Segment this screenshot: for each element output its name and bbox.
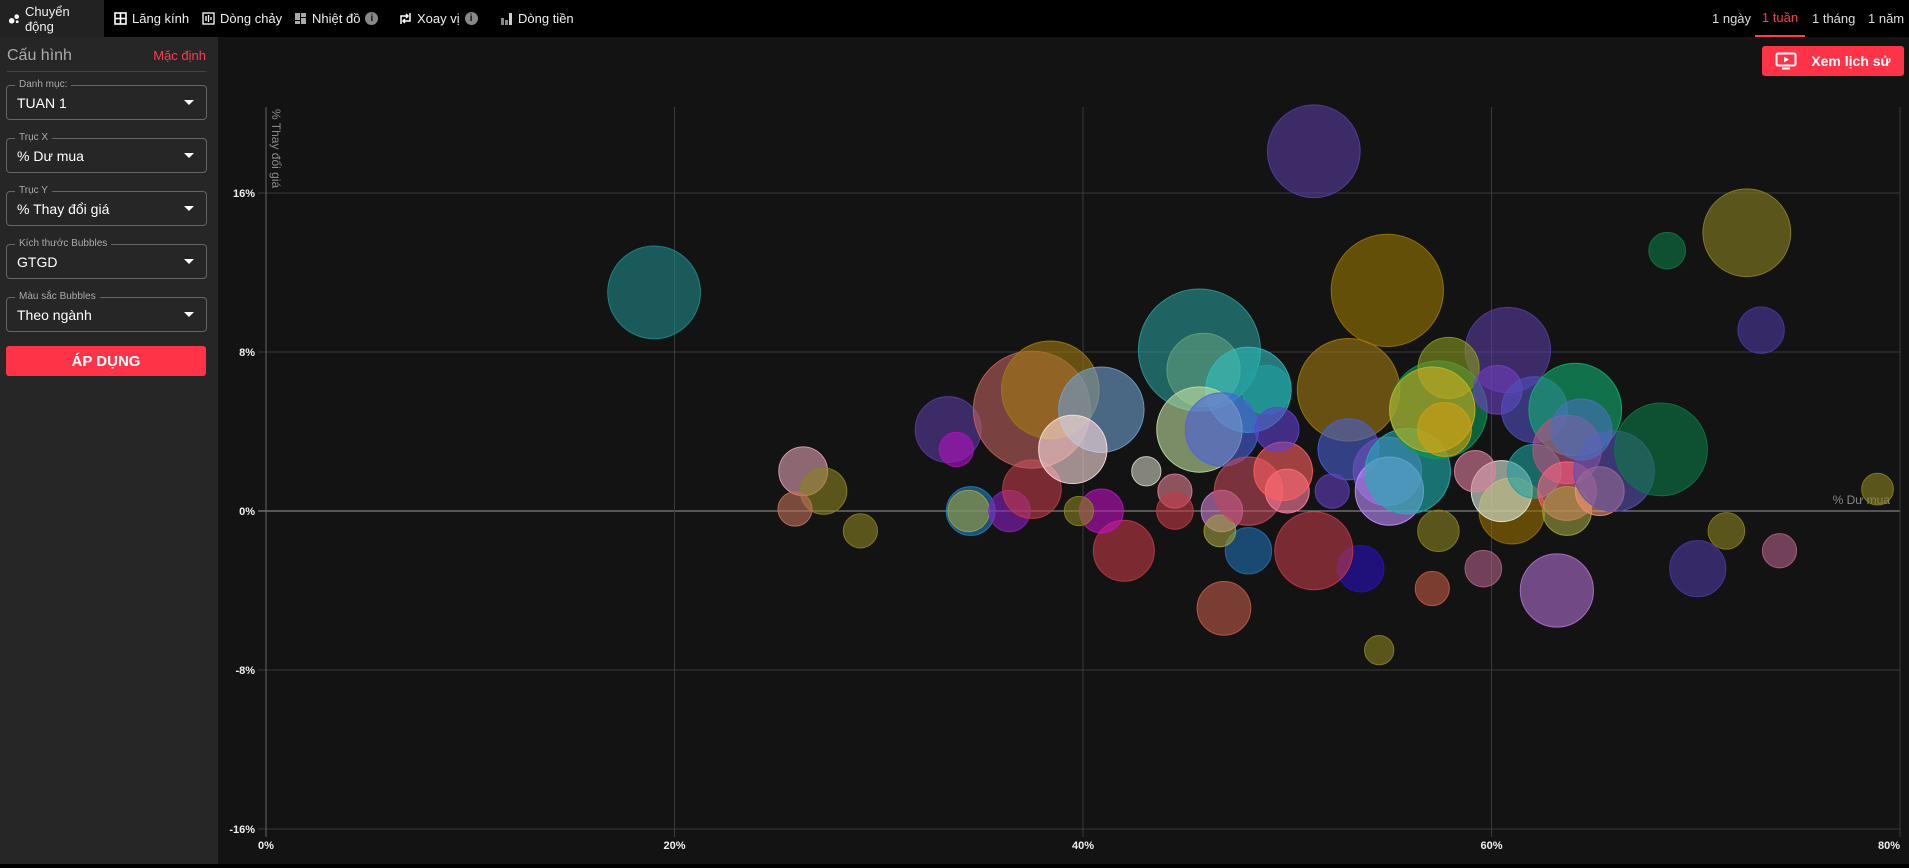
caret-down-icon (184, 259, 194, 264)
bubble[interactable] (1761, 533, 1798, 569)
apply-button[interactable]: ÁP DỤNG (6, 346, 206, 376)
tab-label: Chuyển động (24, 3, 70, 34)
bubble[interactable] (842, 513, 878, 549)
bubble[interactable] (1861, 472, 1894, 506)
select-value: GTGD (17, 254, 58, 270)
select-value: Theo ngành (17, 307, 92, 323)
time-tab-1-thang[interactable]: 1 tháng (1812, 0, 1855, 37)
tab-xoay-vi[interactable]: Xoay vị i (391, 0, 486, 37)
tab-nhiet-do[interactable]: Nhiệt đồ i (286, 0, 386, 37)
select-value: % Thay đổi giá (17, 201, 110, 217)
view-history-button[interactable]: Xem lịch sử (1762, 46, 1904, 76)
select-label: Danh mục: (15, 79, 72, 90)
bottom-bar (0, 864, 1909, 868)
bar-icon (501, 13, 512, 25)
tab-label: Dòng tiền (518, 11, 574, 26)
config-sidebar: Cấu hình Mặc định Danh mục: TUAN 1 Trục X… (0, 37, 218, 864)
bubble[interactable] (938, 431, 974, 467)
x-tick-label: 80% (1878, 840, 1900, 852)
heatmap-icon (295, 13, 306, 24)
bubble[interactable] (1669, 540, 1727, 598)
caret-down-icon (184, 153, 194, 158)
tab-dong-chay[interactable]: Dòng chảy (194, 0, 290, 37)
caret-down-icon (184, 100, 194, 105)
y-tick-label: -8% (235, 665, 255, 677)
bubble[interactable] (1330, 233, 1444, 348)
bubble[interactable] (947, 489, 990, 533)
bubble-color-select[interactable]: Màu sắc Bubbles Theo ngành (6, 291, 207, 332)
x-tick-label: 40% (1072, 840, 1094, 852)
bubble[interactable] (1196, 581, 1252, 636)
caret-down-icon (184, 206, 194, 211)
divider (7, 71, 206, 72)
reset-default-link[interactable]: Mặc định (153, 48, 206, 63)
tab-label: Lăng kính (132, 11, 190, 26)
x-tick-label: 60% (1480, 840, 1502, 852)
bubble[interactable] (1266, 104, 1361, 199)
grid-icon (114, 12, 127, 25)
select-label: Trục Y (15, 185, 52, 196)
tab-lang-kinh[interactable]: Lăng kính (106, 0, 197, 37)
bubble[interactable] (1414, 570, 1450, 607)
bubble[interactable] (1417, 509, 1460, 553)
x-tick-label: 0% (258, 840, 274, 852)
bubble[interactable] (607, 245, 701, 340)
y-tick-label: 8% (239, 347, 255, 359)
bubble[interactable] (1453, 450, 1497, 493)
info-icon[interactable]: i (365, 12, 379, 25)
bubble[interactable] (777, 491, 813, 527)
top-navigation: Chuyển động Lăng kính Dòng chảy Nhiệt đồ… (0, 0, 1909, 37)
tab-label: Dòng chảy (220, 11, 283, 26)
x-tick-label: 20% (663, 840, 685, 852)
bubble[interactable] (1274, 511, 1354, 591)
bubbles-icon (8, 14, 20, 24)
select-label: Trục X (15, 132, 53, 143)
sidebar-title: Cấu hình (7, 47, 72, 64)
y-axis-title: % Thay đổi giá (269, 109, 283, 188)
history-label: Xem lịch sử (1811, 53, 1891, 69)
flow-icon (202, 12, 215, 25)
tab-label: Xoay vị (417, 11, 460, 26)
bubble[interactable] (1364, 634, 1395, 666)
select-value: % Dư mua (17, 148, 84, 164)
time-tab-1-ngay[interactable]: 1 ngày (1712, 0, 1751, 37)
bubble[interactable] (1550, 398, 1613, 461)
bubble[interactable] (1417, 402, 1472, 457)
time-tab-1-nam[interactable]: 1 năm (1868, 0, 1904, 37)
select-value: TUAN 1 (17, 95, 67, 111)
bubble-chart: 16%8%0%-8%-16%0% 20% 40% 60% 80%% Thay đổi g… (229, 104, 1901, 852)
bubble[interactable] (1038, 414, 1108, 485)
bubble[interactable] (1063, 495, 1095, 527)
play-screen-icon (1775, 52, 1797, 70)
select-label: Kích thước Bubbles (15, 238, 112, 249)
bubble[interactable] (1648, 231, 1686, 270)
rotate-icon (400, 13, 411, 24)
bubble[interactable] (1184, 392, 1259, 467)
y-tick-label: 16% (233, 188, 255, 200)
bubble-size-select[interactable]: Kích thước Bubbles GTGD (6, 238, 207, 279)
tab-chuyen-dong[interactable]: Chuyển động (0, 0, 104, 37)
bubble[interactable] (1464, 549, 1503, 588)
y-tick-label: 0% (239, 506, 255, 518)
bubble[interactable] (1254, 407, 1300, 452)
caret-down-icon (184, 312, 194, 317)
bubble[interactable] (1131, 456, 1162, 487)
bubble[interactable] (1314, 473, 1350, 509)
time-tab-1-tuan[interactable]: 1 tuần (1755, 0, 1805, 37)
bubble[interactable] (1702, 188, 1792, 278)
info-icon[interactable]: i (464, 12, 478, 25)
tab-dong-tien[interactable]: Dòng tiền (492, 0, 582, 37)
bubble[interactable] (1614, 402, 1708, 497)
category-select[interactable]: Danh mục: TUAN 1 (6, 79, 207, 120)
x-axis-select[interactable]: Trục X % Dư mua (6, 132, 207, 173)
bubble[interactable] (1707, 512, 1746, 550)
y-tick-label: -16% (229, 824, 255, 836)
select-label: Màu sắc Bubbles (15, 291, 100, 302)
y-axis-select[interactable]: Trục Y % Thay đổi giá (6, 185, 207, 226)
bubble[interactable] (1519, 553, 1594, 628)
bubble[interactable] (1737, 306, 1785, 354)
tab-label: Nhiệt đồ (312, 11, 361, 26)
bubble[interactable] (1156, 492, 1194, 530)
